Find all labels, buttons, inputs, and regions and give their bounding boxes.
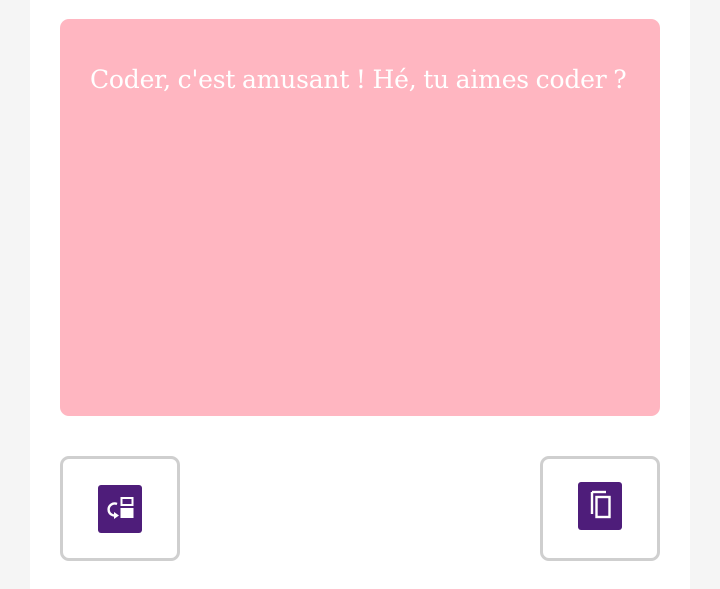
translation-panel: Coder, c'est amusant ! Hé, tu aimes code… <box>30 0 690 589</box>
translated-text: Coder, c'est amusant ! Hé, tu aimes code… <box>90 65 627 94</box>
swap-button[interactable] <box>60 456 180 561</box>
copy-icon <box>578 481 622 530</box>
swap-icon <box>98 484 142 533</box>
copy-button[interactable] <box>540 456 660 561</box>
translated-text-box: Coder, c'est amusant ! Hé, tu aimes code… <box>60 19 660 416</box>
